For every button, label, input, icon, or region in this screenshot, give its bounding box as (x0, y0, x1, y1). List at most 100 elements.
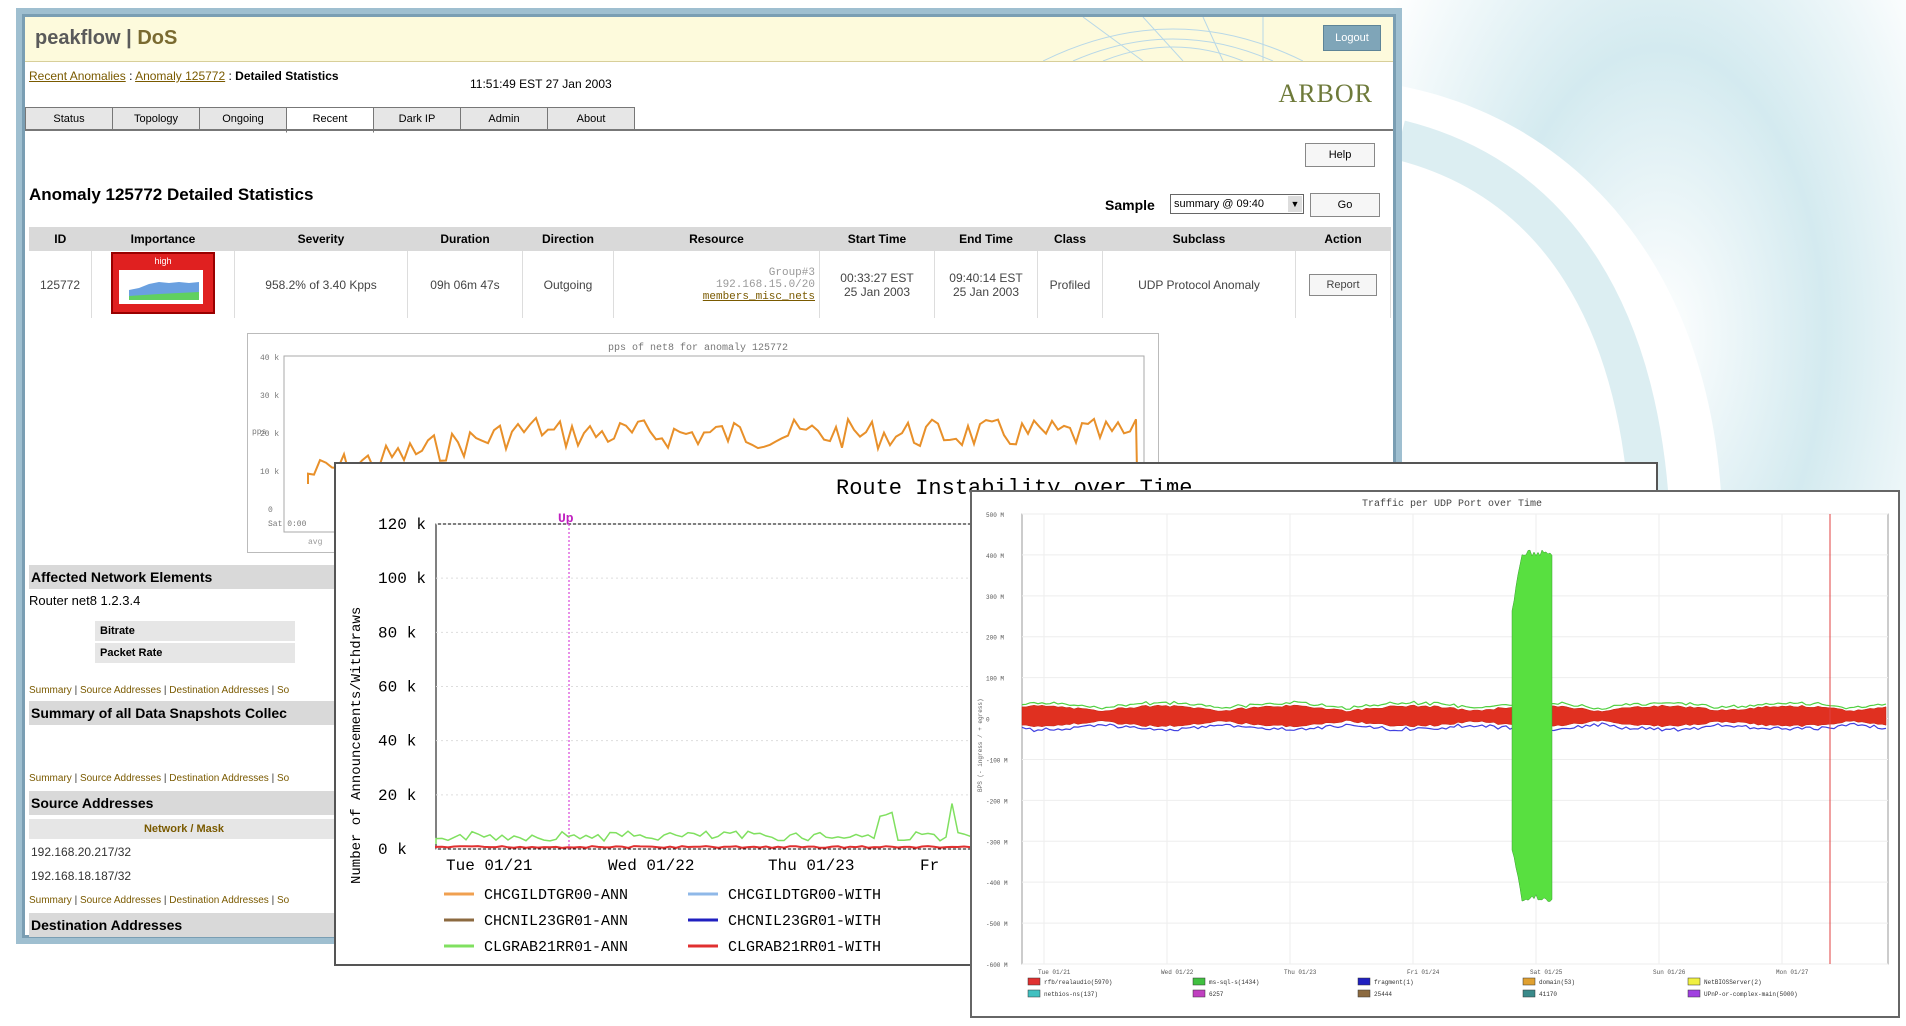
importance-indicator[interactable]: high (111, 252, 215, 314)
help-button[interactable]: Help (1305, 143, 1375, 167)
report-button[interactable]: Report (1309, 273, 1377, 296)
col-end-time: End Time (934, 227, 1038, 251)
udp-ytick-label: -400 M (986, 880, 1008, 887)
link-source-addresses[interactable]: Source Addresses (80, 773, 161, 784)
sample-label: Sample (1105, 197, 1155, 213)
legend-label: ms-sql-s(1434) (1209, 979, 1259, 986)
tab-divider (25, 129, 1393, 131)
tab-status[interactable]: Status (25, 107, 113, 131)
logo-dos: DoS (137, 27, 178, 49)
legend-label: CHCNIL23GR01-ANN (484, 913, 628, 930)
tab-about[interactable]: About (547, 107, 635, 131)
route-xticks: Tue 01/21 Wed 01/22 Thu 01/23 Fr (446, 857, 939, 875)
pps-ytick: 40 k (260, 354, 279, 363)
route-ytick-label: 20 k (378, 787, 416, 805)
cell-class: Profiled (1037, 251, 1103, 318)
summary-links-3: Summary | Source Addresses | Destination… (29, 895, 290, 906)
udp-ytick-label: 0 (986, 717, 990, 724)
logout-button[interactable]: Logout (1323, 25, 1381, 51)
udp-xtick-label: Wed 01/22 (1161, 969, 1194, 976)
table-header-row: ID Importance Severity Duration Directio… (29, 227, 1391, 251)
pps-chart-title: pps of net8 for anomaly 125772 (608, 342, 788, 354)
cell-end-time: 09:40:14 EST 25 Jan 2003 (934, 251, 1038, 318)
legend-label: 41170 (1539, 991, 1557, 998)
route-ytick-label: 60 k (378, 679, 416, 697)
router-line: Router net8 1.2.3.4 (29, 593, 141, 608)
resource-subnet: 192.168.15.0/20 (715, 278, 815, 291)
cell-subclass: UDP Protocol Anomaly (1102, 251, 1296, 318)
link-summary[interactable]: Summary (29, 685, 72, 696)
udp-ytick-label: -200 M (986, 798, 1008, 805)
link-more[interactable]: So (277, 685, 289, 696)
route-ytick-label: 100 k (378, 570, 426, 588)
udp-series-area (1021, 704, 1887, 728)
link-more[interactable]: So (277, 895, 289, 906)
route-ytick-label: 80 k (378, 624, 416, 642)
udp-ytick-label: -100 M (986, 757, 1008, 764)
pps-ytick: 20 k (260, 430, 279, 439)
udp-spike-area (1511, 549, 1553, 902)
route-xtick-label: Wed 01/22 (608, 857, 694, 875)
resource-link[interactable]: members_misc_nets (615, 291, 815, 303)
legend-swatch (1027, 989, 1041, 998)
cell-direction: Outgoing (522, 251, 614, 318)
legend-swatch (1192, 989, 1206, 998)
legend-label: CHCGILDTGR00-ANN (484, 887, 628, 904)
udp-ytick-label: 300 M (986, 594, 1004, 601)
tab-topology[interactable]: Topology (112, 107, 200, 131)
col-duration: Duration (407, 227, 523, 251)
top-bar: peakflow | DoS Logout (25, 17, 1393, 62)
legend-swatch (1522, 977, 1536, 986)
chevron-down-icon[interactable]: ▼ (1288, 196, 1302, 212)
col-importance: Importance (91, 227, 235, 251)
legend-label: 6257 (1209, 991, 1224, 998)
logo-separator: | (126, 27, 132, 49)
udp-xticks: Tue 01/21 Wed 01/22 Thu 01/23 Fri 01/24 Sat … (1038, 969, 1809, 976)
timestamp: 11:51:49 EST 27 Jan 2003 (470, 77, 612, 91)
udp-traffic-chart: Traffic per UDP Port over Time BPS (- in… (977, 498, 1889, 998)
link-source-addresses[interactable]: Source Addresses (80, 895, 161, 906)
tab-admin[interactable]: Admin (460, 107, 548, 131)
tab-ongoing[interactable]: Ongoing (199, 107, 287, 131)
go-button[interactable]: Go (1310, 193, 1380, 217)
udp-xtick-label: Mon 01/27 (1776, 969, 1809, 976)
summary-links-2: Summary | Source Addresses | Destination… (29, 773, 290, 784)
legend-swatch (1687, 977, 1701, 986)
summary-links-1: Summary | Source Addresses | Destination… (29, 685, 290, 696)
cell-start-time: 00:33:27 EST 25 Jan 2003 (819, 251, 935, 318)
col-action: Action (1295, 227, 1391, 251)
pps-ytick: 10 k (260, 468, 279, 477)
route-ytick-label: 120 k (378, 516, 426, 534)
globe-grid-icon (1043, 17, 1303, 61)
legend-label: CLGRAB21RR01-WITH (728, 939, 881, 956)
sample-select-value: summary @ 09:40 (1174, 198, 1265, 210)
arbor-logo: ARBOR (1278, 79, 1373, 108)
link-summary[interactable]: Summary (29, 773, 72, 784)
legend-swatch (1192, 977, 1206, 986)
anomaly-table: ID Importance Severity Duration Directio… (29, 227, 1391, 318)
link-summary[interactable]: Summary (29, 895, 72, 906)
tab-dark-ip[interactable]: Dark IP (373, 107, 461, 131)
legend-swatch (1687, 989, 1701, 998)
link-source-addresses[interactable]: Source Addresses (80, 685, 161, 696)
udp-ytick-label: 200 M (986, 635, 1004, 642)
udp-chart-title: Traffic per UDP Port over Time (1362, 498, 1542, 510)
legend-label: UPnP-or-complex-main(5000) (1704, 991, 1798, 998)
breadcrumb-recent-anomalies[interactable]: Recent Anomalies (29, 69, 126, 83)
link-destination-addresses[interactable]: Destination Addresses (169, 895, 269, 906)
link-destination-addresses[interactable]: Destination Addresses (169, 773, 269, 784)
sample-select[interactable]: summary @ 09:40 ▼ (1170, 194, 1304, 214)
route-xtick-label: Tue 01/21 (446, 857, 532, 875)
udp-ytick-label: -600 M (986, 962, 1008, 969)
udp-plot-area (1021, 513, 1889, 965)
udp-xtick-label: Tue 01/21 (1038, 969, 1071, 976)
pps-xtick: Sat 0:00 (268, 520, 307, 529)
udp-ytick-label: 500 M (986, 512, 1004, 519)
link-more[interactable]: So (277, 773, 289, 784)
breadcrumb-current: Detailed Statistics (235, 69, 339, 83)
col-class: Class (1037, 227, 1103, 251)
link-destination-addresses[interactable]: Destination Addresses (169, 685, 269, 696)
udp-ytick-label: 400 M (986, 553, 1004, 560)
page-title: Anomaly 125772 Detailed Statistics (29, 185, 314, 204)
breadcrumb-anomaly[interactable]: Anomaly 125772 (135, 69, 225, 83)
